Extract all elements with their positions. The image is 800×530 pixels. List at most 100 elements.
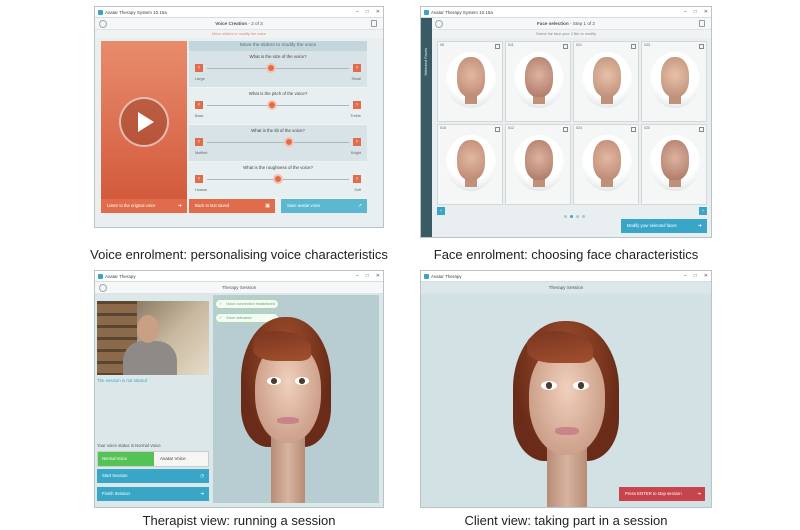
face-card[interactable]: 020 xyxy=(641,124,707,205)
slider-high-label: Treble xyxy=(350,114,361,118)
voice-status: Your voice status is Normal Voice xyxy=(97,443,161,448)
face-id: 016 xyxy=(440,126,446,130)
face-head xyxy=(457,57,485,97)
maximize-icon[interactable]: □ xyxy=(694,9,697,15)
minimize-icon[interactable]: – xyxy=(684,9,687,15)
face-checkbox[interactable] xyxy=(631,127,636,132)
face-checkbox[interactable] xyxy=(563,44,568,49)
avatar-voice-option[interactable]: Avatar Voice xyxy=(160,452,186,466)
lock-icon[interactable] xyxy=(699,20,705,27)
slider-knob[interactable] xyxy=(267,100,278,110)
maximize-icon[interactable]: □ xyxy=(366,273,369,279)
face-grid: 05 011 021 033 016 012 024 020 xyxy=(437,41,707,205)
listen-original-button[interactable]: Listen to the original voice ➔ xyxy=(101,199,187,213)
face-card[interactable]: 033 xyxy=(641,41,707,122)
close-icon[interactable]: ✕ xyxy=(704,273,708,279)
face-checkbox[interactable] xyxy=(699,127,704,132)
slider-increase-button[interactable]: › xyxy=(353,138,361,146)
page-title: Face selection xyxy=(537,21,569,26)
prev-page-button[interactable]: ‹ xyxy=(437,207,445,215)
slider-increase-button[interactable]: › xyxy=(353,101,361,109)
person-head xyxy=(137,315,159,343)
app-icon xyxy=(98,273,103,279)
window-title: Avatar Therapy System 10.15a xyxy=(105,9,167,15)
slider-row: What is the roughness of the voice? ‹ › Hoa… xyxy=(189,162,367,199)
slider-decrease-button[interactable]: ‹ xyxy=(195,175,203,183)
page-dot[interactable] xyxy=(582,215,585,218)
face-checkbox[interactable] xyxy=(563,127,568,132)
slider-decrease-button[interactable]: ‹ xyxy=(195,138,203,146)
page-indicator xyxy=(564,215,585,218)
face-card[interactable]: 024 xyxy=(573,124,639,205)
arrow-icon: ➔ xyxy=(200,491,204,496)
face-checkbox[interactable] xyxy=(699,44,704,49)
close-icon[interactable]: ✕ xyxy=(704,9,708,15)
start-session-button[interactable]: Start Session ◷ xyxy=(97,469,209,483)
slider-knob[interactable] xyxy=(273,174,283,184)
close-icon[interactable]: ✕ xyxy=(376,273,380,279)
slider-increase-button[interactable]: › xyxy=(353,175,361,183)
app-icon xyxy=(98,9,103,15)
page-title: Therapy Session xyxy=(548,285,584,290)
selected-faces-sidebar[interactable]: Selected Faces xyxy=(421,18,432,237)
face-checkbox[interactable] xyxy=(631,44,636,49)
face-checkbox[interactable] xyxy=(495,44,500,49)
back-last-saved-button[interactable]: Back to last saved ▣ xyxy=(189,199,275,213)
back-icon[interactable] xyxy=(99,284,107,292)
page-header: Voice Creation - 2 of 3 xyxy=(95,18,383,30)
hint-text: Select the face your 3 like to modify xyxy=(421,30,711,38)
face-card[interactable]: 011 xyxy=(505,41,571,122)
back-icon[interactable] xyxy=(435,20,443,28)
page-dot-active[interactable] xyxy=(570,215,573,218)
minimize-icon[interactable]: – xyxy=(356,9,359,15)
stop-session-button[interactable]: Press ENTER to stop session ➔ xyxy=(619,487,705,501)
face-checkbox[interactable] xyxy=(495,127,500,132)
save-voice-button[interactable]: Save avatar voice ↗ xyxy=(281,199,367,213)
slider-decrease-button[interactable]: ‹ xyxy=(195,64,203,72)
page-header: Therapy Session xyxy=(95,282,383,294)
minimize-icon[interactable]: – xyxy=(684,273,687,279)
play-icon xyxy=(138,112,154,132)
face-card[interactable]: 021 xyxy=(573,41,639,122)
avatar-eye-right xyxy=(295,377,309,385)
next-page-button[interactable]: › xyxy=(699,207,707,215)
page-dot[interactable] xyxy=(564,215,567,218)
activated-bubble-text: Voice activated xyxy=(226,316,252,320)
back-icon[interactable] xyxy=(99,20,107,28)
maximize-icon[interactable]: □ xyxy=(694,273,697,279)
slider-knob[interactable] xyxy=(284,137,295,147)
face-card[interactable]: 05 xyxy=(437,41,503,122)
avatar-voice-label: Avatar Voice xyxy=(160,456,186,461)
page-dot[interactable] xyxy=(576,215,579,218)
slider-knob[interactable] xyxy=(265,63,276,73)
close-icon[interactable]: ✕ xyxy=(376,9,380,15)
avatar-view: ✓ Voice connection established ✓ Voice act… xyxy=(213,295,379,503)
finish-session-button[interactable]: Finish Session ➔ xyxy=(97,487,209,501)
slider-track[interactable] xyxy=(207,105,349,106)
maximize-icon[interactable]: □ xyxy=(366,9,369,15)
face-id: 033 xyxy=(644,43,650,47)
slider-track[interactable] xyxy=(207,68,349,69)
voice-toggle[interactable]: Normal Voice Avatar Voice xyxy=(97,451,209,467)
minimize-icon[interactable]: – xyxy=(356,273,359,279)
slider-low-label: Bass xyxy=(195,114,204,118)
app-icon xyxy=(424,9,429,15)
play-button[interactable] xyxy=(119,97,169,147)
slider-high-label: Small xyxy=(351,77,362,81)
avatar-eye-left xyxy=(267,377,281,385)
slider-increase-button[interactable]: › xyxy=(353,64,361,72)
modify-faces-label: Modify your selected faces xyxy=(627,223,677,228)
sliders-heading: Move the sliders to modify the voice xyxy=(189,41,367,51)
normal-voice-option[interactable]: Normal Voice xyxy=(98,452,154,466)
face-id: 05 xyxy=(440,43,444,47)
hint-text: Move sliders to modify the voice xyxy=(95,30,383,38)
face-card[interactable]: 012 xyxy=(505,124,571,205)
slider-decrease-button[interactable]: ‹ xyxy=(195,101,203,109)
modify-faces-button[interactable]: Modify your selected faces ➔ xyxy=(621,219,707,233)
stop-session-label: Press ENTER to stop session xyxy=(625,491,682,496)
face-card[interactable]: 016 xyxy=(437,124,503,205)
lock-icon[interactable] xyxy=(371,20,377,27)
slider-question: What is the roughness of the voice? xyxy=(243,165,313,170)
start-session-label: Start Session xyxy=(102,473,128,478)
slider-track[interactable] xyxy=(207,142,349,143)
